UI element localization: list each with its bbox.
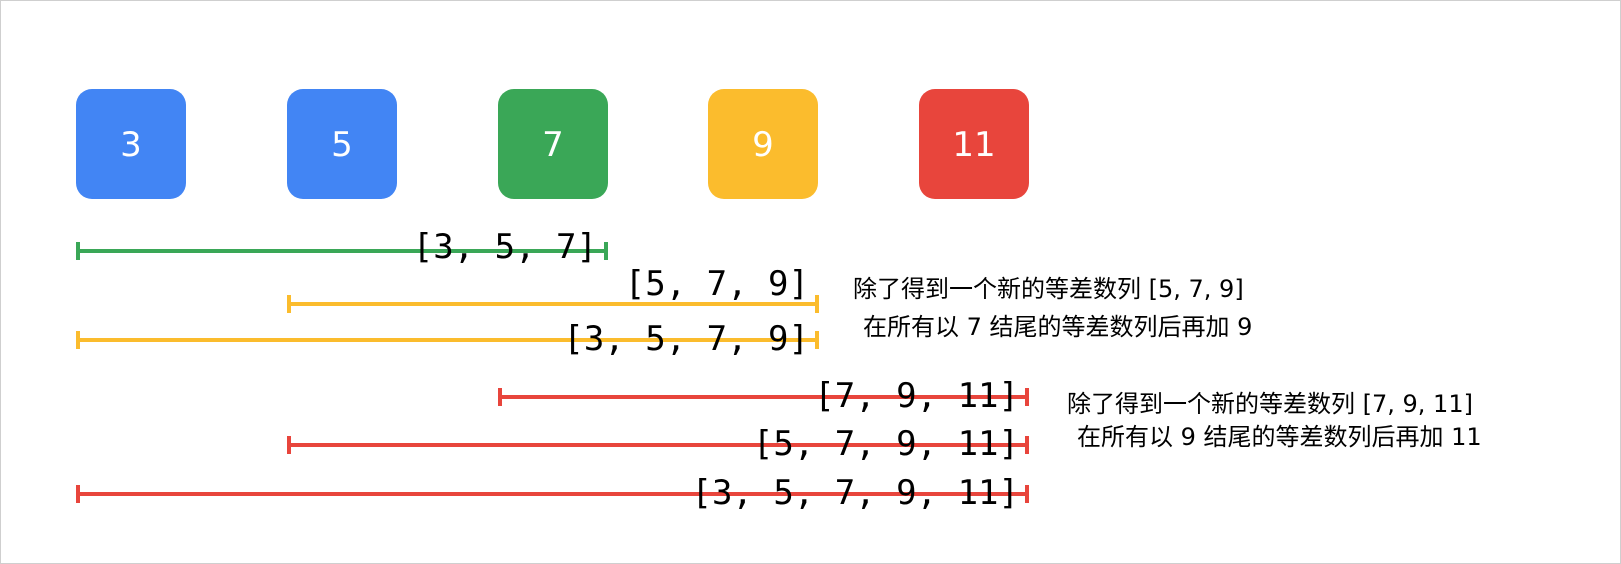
number-box-label: 7 [542, 125, 564, 165]
number-box-5: 5 [287, 89, 397, 199]
note-2-line-2: 在所有以 9 结尾的等差数列后再加 11 [1077, 423, 1482, 451]
number-box-label: 3 [120, 125, 142, 165]
sequence-label: [7, 9, 11] [814, 376, 1019, 416]
sequence-label: [3, 5, 7, 9] [563, 319, 809, 359]
number-box-11: 11 [919, 89, 1029, 199]
arithmetic-sequence-diagram: 3 5 7 9 11 [3, 5, 7] [5, 7, 9] [3, 5, 7, 9][7,… [76, 89, 1482, 513]
sequence-bar-6: [3, 5, 7, 9, 11] [76, 473, 1029, 513]
sequence-bar-5: [5, 7, 9, 11] [287, 424, 1029, 464]
number-box-label: 9 [752, 125, 774, 165]
sequence-label: [5, 7, 9] [625, 264, 809, 304]
sequence-bar-3: [3, 5, 7, 9] [76, 319, 819, 359]
number-boxes: 3 5 7 9 11 [76, 89, 1029, 199]
number-box-label: 11 [952, 125, 995, 165]
number-box-3: 3 [76, 89, 186, 199]
sequence-bars: [3, 5, 7] [5, 7, 9] [3, 5, 7, 9][7, 9, 11]… [76, 227, 1029, 513]
number-box-9: 9 [708, 89, 818, 199]
number-box-label: 5 [331, 125, 353, 165]
sequence-label: [3, 5, 7, 9, 11] [691, 473, 1019, 513]
sequence-bar-2: [5, 7, 9] [287, 264, 819, 313]
number-box-7: 7 [498, 89, 608, 199]
sequence-label: [5, 7, 9, 11] [753, 424, 1019, 464]
sequence-label: [3, 5, 7] [413, 227, 597, 267]
note-1-line-1: 除了得到一个新的等差数列 [5, 7, 9] [853, 275, 1244, 303]
note-2-line-1: 除了得到一个新的等差数列 [7, 9, 11] [1067, 390, 1473, 418]
note-1-line-2: 在所有以 7 结尾的等差数列后再加 9 [863, 313, 1252, 341]
diagram-frame: 3 5 7 9 11 [3, 5, 7] [5, 7, 9] [3, 5, 7, 9] [7,… [0, 0, 1621, 564]
sequence-bar-4: [7, 9, 11] [498, 376, 1029, 416]
sequence-bar-1: [3, 5, 7] [76, 227, 608, 267]
